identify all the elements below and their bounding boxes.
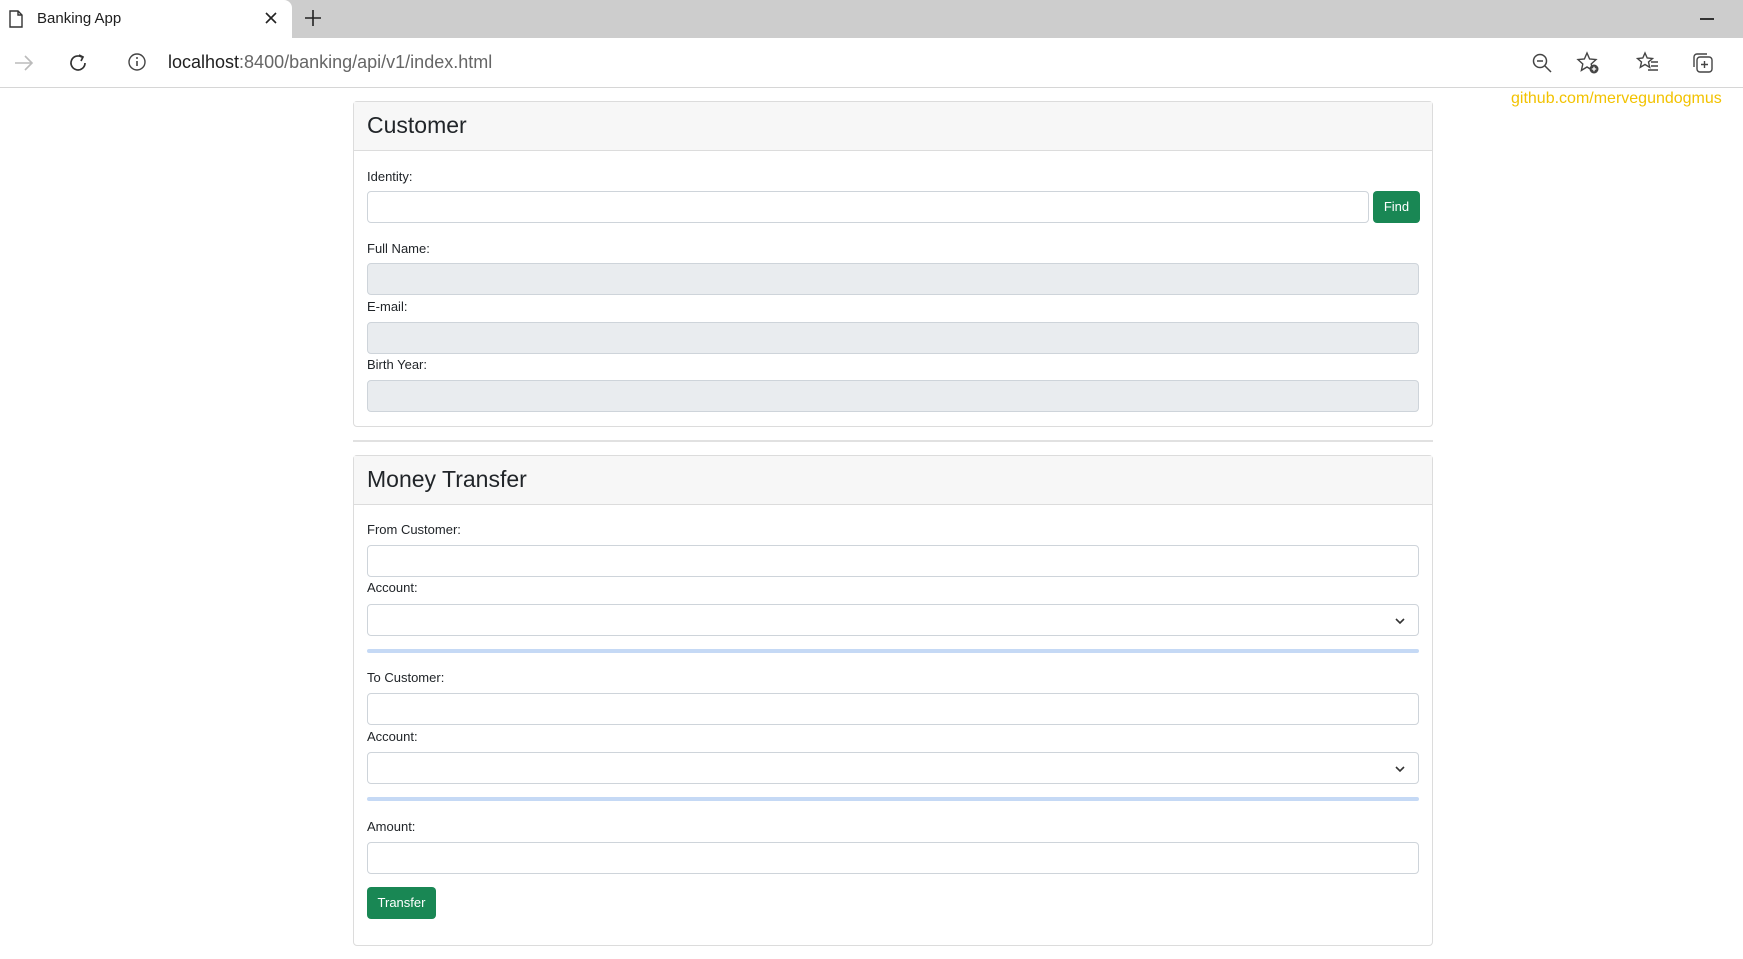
customer-card-header: Customer [354,102,1432,151]
from-customer-input[interactable] [367,545,1419,577]
section-divider [353,440,1433,442]
browser-toolbar: localhost:8400/banking/api/v1/index.html [0,38,1743,88]
customer-title: Customer [367,112,467,138]
zoom-out-icon[interactable] [1530,51,1554,75]
amount-label: Amount: [367,819,416,834]
refresh-icon[interactable] [66,51,90,75]
browser-tab-bar: Banking App [0,0,1743,38]
address-bar[interactable]: localhost:8400/banking/api/v1/index.html [113,43,1519,81]
page-icon [9,10,23,28]
favorites-icon[interactable] [1636,51,1660,75]
from-customer-label: From Customer: [367,522,461,537]
email-field [367,322,1419,354]
to-account-select[interactable] [367,752,1419,784]
to-customer-label: To Customer: [367,670,445,685]
full-name-field [367,263,1419,295]
from-account-select[interactable] [367,604,1419,636]
money-transfer-card-header: Money Transfer [354,456,1432,505]
url-text[interactable]: localhost:8400/banking/api/v1/index.html [168,52,492,73]
url-host: localhost [168,52,240,72]
url-path: :8400/banking/api/v1/index.html [239,52,493,72]
add-favorite-icon[interactable] [1576,51,1600,75]
tab-title: Banking App [37,10,122,27]
plus-icon[interactable] [303,8,323,28]
from-account-progress [367,649,1419,653]
to-account-label: Account: [367,729,418,744]
chevron-down-icon [1395,618,1405,625]
back-arrow-icon[interactable] [11,51,35,75]
identity-label: Identity: [367,169,413,184]
money-transfer-title: Money Transfer [367,466,527,492]
collections-icon[interactable] [1691,51,1715,75]
identity-input[interactable] [367,191,1369,223]
find-button[interactable]: Find [1373,191,1420,223]
from-account-label: Account: [367,580,418,595]
info-icon[interactable] [127,52,147,72]
minimize-icon[interactable] [1700,18,1714,20]
to-account-progress [367,797,1419,801]
full-name-label: Full Name: [367,241,430,256]
amount-input[interactable] [367,842,1419,874]
money-transfer-card: Money Transfer From Customer: Account: T… [353,455,1433,946]
birth-year-field [367,380,1419,412]
customer-card: Customer Identity: Find Full Name: E-mai… [353,101,1433,427]
github-watermark: github.com/mervegundogmus [1511,90,1722,107]
to-customer-input[interactable] [367,693,1419,725]
transfer-button[interactable]: Transfer [367,887,436,919]
chevron-down-icon [1395,766,1405,773]
browser-tab[interactable]: Banking App [0,0,292,38]
birth-year-label: Birth Year: [367,357,427,372]
close-icon[interactable] [262,9,280,27]
email-label: E-mail: [367,299,408,314]
